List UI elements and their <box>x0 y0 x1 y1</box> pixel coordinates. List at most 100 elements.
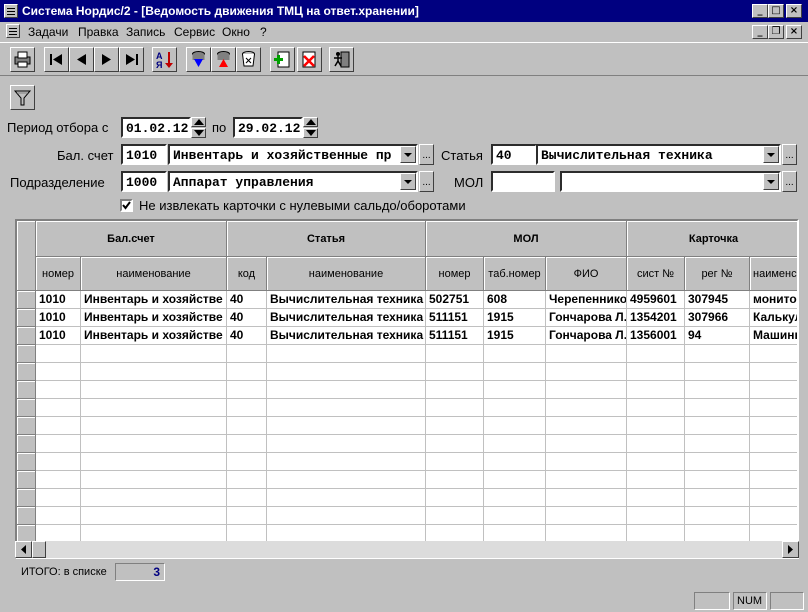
row-indicator[interactable] <box>17 489 36 507</box>
col-header-article-name[interactable]: наименование <box>267 257 426 291</box>
cell-article-code[interactable]: 40 <box>227 291 267 309</box>
cell-account-number[interactable] <box>36 363 81 381</box>
cell-card-name[interactable] <box>750 345 797 363</box>
cell-sys-number[interactable]: 4959601 <box>627 291 685 309</box>
cell-fio[interactable] <box>546 507 627 525</box>
row-indicator[interactable] <box>17 309 36 327</box>
last-record-button[interactable] <box>119 47 144 72</box>
cell-article-name[interactable] <box>267 363 426 381</box>
cell-account-name[interactable] <box>81 381 227 399</box>
cell-fio[interactable]: Черепеннико <box>546 291 627 309</box>
cell-account-name[interactable]: Инвентарь и хозяйстве <box>81 327 227 345</box>
cell-sys-number[interactable] <box>627 363 685 381</box>
cell-account-name[interactable]: Инвентарь и хозяйстве <box>81 309 227 327</box>
cell-fio[interactable] <box>546 471 627 489</box>
cell-mol-number[interactable] <box>426 363 484 381</box>
cell-article-name[interactable] <box>267 417 426 435</box>
cell-account-number[interactable] <box>36 471 81 489</box>
cell-account-name[interactable] <box>81 453 227 471</box>
cell-tab-number[interactable] <box>484 507 546 525</box>
cell-reg-number[interactable]: 94 <box>685 327 750 345</box>
cell-card-name[interactable]: Калькул <box>750 309 797 327</box>
cell-mol-number[interactable]: 502751 <box>426 291 484 309</box>
cell-article-name[interactable] <box>267 507 426 525</box>
cell-account-name[interactable] <box>81 471 227 489</box>
cell-mol-number[interactable] <box>426 381 484 399</box>
cell-fio[interactable] <box>546 453 627 471</box>
cell-article-code[interactable] <box>227 345 267 363</box>
row-indicator[interactable] <box>17 507 36 525</box>
cell-sys-number[interactable] <box>627 381 685 399</box>
row-indicator[interactable] <box>17 345 36 363</box>
menu-window[interactable]: Окно <box>222 25 250 39</box>
cell-mol-number[interactable] <box>426 507 484 525</box>
mol-code-field[interactable] <box>491 171 555 192</box>
division-lookup-button[interactable]: ... <box>419 171 434 192</box>
cell-card-name[interactable] <box>750 471 797 489</box>
db-down-button[interactable] <box>186 47 211 72</box>
cell-sys-number[interactable] <box>627 489 685 507</box>
division-dropdown-button[interactable] <box>400 173 416 190</box>
cell-mol-number[interactable]: 511151 <box>426 327 484 345</box>
cell-account-number[interactable] <box>36 507 81 525</box>
cell-mol-number[interactable] <box>426 489 484 507</box>
group-header-mol[interactable]: МОЛ <box>426 221 627 257</box>
cell-account-name[interactable] <box>81 399 227 417</box>
col-header-sys-number[interactable]: сист № <box>627 257 685 291</box>
cell-article-name[interactable] <box>267 345 426 363</box>
next-record-button[interactable] <box>94 47 119 72</box>
cell-reg-number[interactable] <box>685 507 750 525</box>
menu-help[interactable]: ? <box>260 25 267 39</box>
row-indicator[interactable] <box>17 471 36 489</box>
article-dropdown-button[interactable] <box>763 146 779 163</box>
cell-account-number[interactable] <box>36 345 81 363</box>
row-indicator[interactable] <box>17 327 36 345</box>
cell-tab-number[interactable] <box>484 363 546 381</box>
cell-card-name[interactable] <box>750 363 797 381</box>
cell-tab-number[interactable] <box>484 345 546 363</box>
cell-tab-number[interactable]: 608 <box>484 291 546 309</box>
cell-reg-number[interactable] <box>685 399 750 417</box>
cell-card-name[interactable] <box>750 381 797 399</box>
child-minimize-button[interactable]: _ <box>752 25 768 39</box>
cell-card-name[interactable] <box>750 507 797 525</box>
group-header-article[interactable]: Статья <box>227 221 426 257</box>
cell-account-name[interactable] <box>81 345 227 363</box>
cell-sys-number[interactable] <box>627 345 685 363</box>
maximize-button[interactable]: □ <box>768 4 784 18</box>
col-header-tab-number[interactable]: таб.номер <box>484 257 546 291</box>
scroll-right-button[interactable] <box>782 541 799 558</box>
cell-reg-number[interactable] <box>685 435 750 453</box>
cell-account-number[interactable] <box>36 399 81 417</box>
cell-sys-number[interactable] <box>627 399 685 417</box>
cell-article-code[interactable] <box>227 363 267 381</box>
cell-fio[interactable] <box>546 489 627 507</box>
cell-mol-number[interactable] <box>426 471 484 489</box>
group-header-account[interactable]: Бал.счет <box>36 221 227 257</box>
cell-reg-number[interactable] <box>685 489 750 507</box>
account-name-combo[interactable]: Инвентарь и хозяйственные пр <box>168 144 418 165</box>
cell-article-name[interactable] <box>267 381 426 399</box>
cell-sys-number[interactable] <box>627 435 685 453</box>
article-name-combo[interactable]: Вычислительная техника <box>536 144 781 165</box>
date-to-field[interactable]: 29.02.12 <box>233 117 303 138</box>
mol-dropdown-button[interactable] <box>763 173 779 190</box>
cell-article-name[interactable]: Вычислительная техника <box>267 327 426 345</box>
cell-account-number[interactable] <box>36 453 81 471</box>
col-header-fio[interactable]: ФИО <box>546 257 627 291</box>
col-header-account-name[interactable]: наименование <box>81 257 227 291</box>
cell-tab-number[interactable] <box>484 471 546 489</box>
cell-account-number[interactable] <box>36 435 81 453</box>
cell-reg-number[interactable] <box>685 471 750 489</box>
cell-article-name[interactable] <box>267 399 426 417</box>
cell-card-name[interactable]: Машинк <box>750 327 797 345</box>
cell-article-name[interactable]: Вычислительная техника <box>267 291 426 309</box>
division-code-field[interactable]: 1000 <box>121 171 167 192</box>
minimize-button[interactable]: _ <box>752 4 768 18</box>
cell-fio[interactable]: Гончарова Л. <box>546 327 627 345</box>
cell-sys-number[interactable]: 1356001 <box>627 327 685 345</box>
scroll-left-button[interactable] <box>15 541 32 558</box>
cell-article-name[interactable] <box>267 435 426 453</box>
cell-tab-number[interactable]: 1915 <box>484 309 546 327</box>
cell-fio[interactable] <box>546 435 627 453</box>
